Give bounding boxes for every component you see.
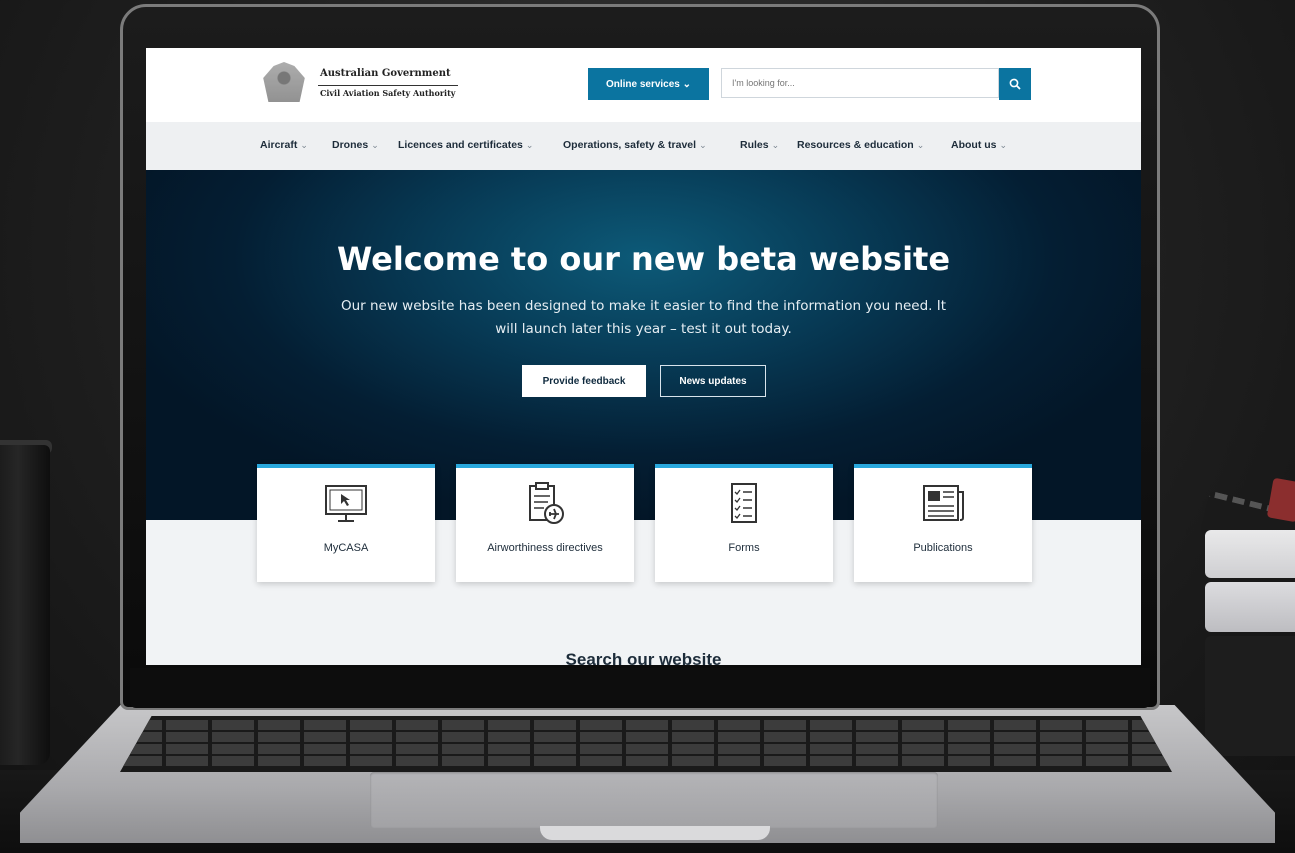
nav-item-about-us[interactable]: About us ⌄ bbox=[951, 139, 1007, 151]
provide-feedback-button[interactable]: Provide feedback bbox=[522, 365, 646, 397]
logo-agency-text: Civil Aviation Safety Authority bbox=[320, 88, 456, 98]
checklist-form-icon bbox=[731, 483, 757, 523]
book-stack bbox=[1199, 470, 1295, 770]
book-white-1 bbox=[1205, 530, 1295, 578]
search-input[interactable] bbox=[721, 68, 999, 98]
newspaper-icon bbox=[923, 485, 964, 521]
online-services-label: Online services bbox=[605, 78, 680, 90]
hero-subtitle: Our new website has been designed to mak… bbox=[340, 298, 947, 337]
nav-item-resources[interactable]: Resources & education ⌄ bbox=[797, 139, 924, 151]
chevron-down-icon: ⌄ bbox=[300, 140, 308, 150]
logo-government-text: Australian Government bbox=[320, 68, 451, 79]
laptop-screen-chin bbox=[130, 668, 1150, 708]
search-button[interactable] bbox=[999, 68, 1031, 100]
card-label: Forms bbox=[728, 542, 760, 554]
chevron-down-icon: ⌄ bbox=[771, 140, 780, 150]
coat-of-arms-icon bbox=[263, 62, 305, 102]
news-updates-button[interactable]: News updates bbox=[660, 365, 766, 397]
browser-viewport: Australian Government Civil Aviation Saf… bbox=[146, 48, 1141, 665]
main-navigation: Aircraft ⌄ Drones ⌄ Licences and certifica… bbox=[146, 122, 1141, 170]
book-dark bbox=[1205, 636, 1295, 756]
card-publications[interactable]: Publications bbox=[854, 464, 1032, 582]
chevron-down-icon: ⌄ bbox=[699, 140, 707, 150]
coffee-mug bbox=[0, 445, 50, 765]
book-white-2 bbox=[1205, 582, 1295, 632]
site-header: Australian Government Civil Aviation Saf… bbox=[146, 48, 1141, 122]
nav-item-rules[interactable]: Rules ⌄ bbox=[740, 139, 779, 151]
casa-logo[interactable]: Australian Government Civil Aviation Saf… bbox=[258, 60, 458, 106]
search-section-heading: Search our website bbox=[565, 650, 722, 665]
nav-item-operations[interactable]: Operations, safety & travel ⌄ bbox=[563, 139, 707, 151]
clipboard-plane-icon bbox=[529, 482, 564, 524]
chevron-down-icon: ⌄ bbox=[371, 140, 379, 150]
card-airworthiness-directives[interactable]: Airworthiness directives bbox=[456, 464, 634, 582]
logo-divider bbox=[318, 85, 458, 86]
card-label: Airworthiness directives bbox=[487, 542, 603, 554]
nav-item-drones[interactable]: Drones ⌄ bbox=[332, 139, 379, 151]
chevron-down-icon: ⌄ bbox=[525, 140, 534, 150]
card-mycasa[interactable]: MyCASA bbox=[257, 464, 435, 582]
card-forms[interactable]: Forms bbox=[655, 464, 833, 582]
card-label: MyCASA bbox=[323, 542, 369, 554]
card-label: Publications bbox=[913, 542, 973, 554]
hero-title: Welcome to our new beta website bbox=[336, 240, 951, 278]
online-services-button[interactable]: Online services ⌄ bbox=[588, 68, 709, 100]
chevron-down-icon: ⌄ bbox=[916, 140, 925, 150]
notebook-red bbox=[1266, 477, 1295, 523]
search-icon bbox=[1009, 78, 1021, 90]
laptop-front-notch bbox=[540, 826, 770, 840]
chevron-down-icon: ⌄ bbox=[999, 140, 1008, 150]
chevron-down-icon: ⌄ bbox=[682, 78, 692, 90]
nav-item-licences[interactable]: Licences and certificates ⌄ bbox=[398, 139, 533, 151]
monitor-cursor-icon bbox=[325, 485, 367, 522]
trackpad bbox=[370, 772, 938, 828]
laptop-keyboard bbox=[120, 716, 1172, 772]
nav-item-aircraft[interactable]: Aircraft ⌄ bbox=[260, 139, 308, 151]
